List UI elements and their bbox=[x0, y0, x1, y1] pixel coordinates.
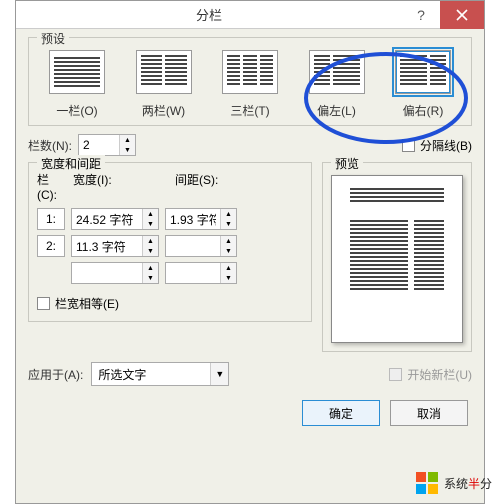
presets-legend: 预设 bbox=[37, 30, 69, 47]
preset-two-columns[interactable]: 两栏(W) bbox=[128, 50, 200, 119]
spacing-spinner[interactable]: ▲▼ bbox=[165, 235, 237, 257]
titlebar: 分栏 ? bbox=[16, 1, 484, 29]
width-spacing-legend: 宽度和间距 bbox=[37, 155, 105, 172]
row-num: 1: bbox=[37, 208, 65, 230]
width-header: 宽度(I): bbox=[73, 171, 169, 202]
spin-down[interactable]: ▼ bbox=[221, 246, 236, 256]
preset-label: 三栏(T) bbox=[214, 102, 286, 119]
preset-one-column[interactable]: 一栏(O) bbox=[41, 50, 113, 119]
apply-to-select[interactable]: 所选文字 ▼ bbox=[91, 362, 229, 386]
start-new-column-label: 开始新栏(U) bbox=[407, 366, 472, 383]
width-spacing-group: 宽度和间距 栏(C): 宽度(I): 间距(S): 1: ▲▼ ▲▼ 2: ▲▼ bbox=[28, 162, 312, 322]
column-count-spinner[interactable]: ▲▼ bbox=[78, 134, 136, 156]
spin-down[interactable]: ▼ bbox=[221, 273, 236, 283]
width-spinner[interactable]: ▲▼ bbox=[71, 235, 159, 257]
separator-checkbox[interactable]: 分隔线(B) bbox=[402, 137, 472, 154]
spin-up[interactable]: ▲ bbox=[221, 209, 236, 219]
width-spinner[interactable]: ▲▼ bbox=[71, 208, 159, 230]
width-row: 1: ▲▼ ▲▼ bbox=[37, 208, 303, 230]
width-input[interactable] bbox=[72, 263, 142, 283]
cancel-button[interactable]: 取消 bbox=[390, 400, 468, 426]
presets-group: 预设 一栏(O) 两栏(W) 三栏(T) 偏左(L) bbox=[28, 37, 472, 126]
preset-right[interactable]: 偏右(R) bbox=[387, 50, 459, 119]
width-spinner[interactable]: ▲▼ bbox=[71, 262, 159, 284]
preset-left[interactable]: 偏左(L) bbox=[301, 50, 373, 119]
preset-three-columns[interactable]: 三栏(T) bbox=[214, 50, 286, 119]
spin-up[interactable]: ▲ bbox=[143, 236, 158, 246]
start-new-column-checkbox: 开始新栏(U) bbox=[389, 366, 472, 383]
width-row: 2: ▲▼ ▲▼ bbox=[37, 235, 303, 257]
microsoft-logo-icon bbox=[416, 472, 438, 494]
chevron-down-icon[interactable]: ▼ bbox=[210, 363, 228, 385]
column-count-input[interactable] bbox=[79, 135, 119, 155]
col-header: 栏(C): bbox=[37, 171, 67, 202]
row-num: 2: bbox=[37, 235, 65, 257]
spin-down[interactable]: ▼ bbox=[143, 273, 158, 283]
equal-width-label: 栏宽相等(E) bbox=[55, 295, 119, 312]
apply-to-value: 所选文字 bbox=[92, 366, 210, 383]
spacing-input[interactable] bbox=[166, 263, 220, 283]
preview-page bbox=[331, 175, 463, 343]
spin-down[interactable]: ▼ bbox=[143, 246, 158, 256]
watermark-text: 系统半分 bbox=[444, 475, 492, 492]
columns-dialog: 分栏 ? 预设 一栏(O) 两栏(W) 三栏(T) bbox=[15, 0, 485, 504]
width-row: ▲▼ ▲▼ bbox=[37, 262, 303, 284]
spin-up[interactable]: ▲ bbox=[143, 263, 158, 273]
spin-down[interactable]: ▼ bbox=[221, 219, 236, 229]
spacing-input[interactable] bbox=[166, 236, 220, 256]
equal-width-checkbox[interactable]: 栏宽相等(E) bbox=[37, 295, 119, 312]
spacing-spinner[interactable]: ▲▼ bbox=[165, 262, 237, 284]
watermark: 系统半分 bbox=[416, 472, 492, 494]
column-count-label: 栏数(N): bbox=[28, 137, 72, 154]
spacing-input[interactable] bbox=[166, 209, 220, 229]
width-input[interactable] bbox=[72, 209, 142, 229]
width-input[interactable] bbox=[72, 236, 142, 256]
spin-up[interactable]: ▲ bbox=[221, 263, 236, 273]
close-icon bbox=[456, 9, 468, 21]
preview-group: 预览 bbox=[322, 162, 472, 352]
spacing-header: 间距(S): bbox=[175, 171, 255, 202]
preset-label: 偏左(L) bbox=[301, 102, 373, 119]
spin-up[interactable]: ▲ bbox=[143, 209, 158, 219]
preview-legend: 预览 bbox=[331, 155, 363, 172]
preset-label: 偏右(R) bbox=[387, 102, 459, 119]
preset-label: 两栏(W) bbox=[128, 102, 200, 119]
preset-label: 一栏(O) bbox=[41, 102, 113, 119]
close-button[interactable] bbox=[440, 1, 484, 29]
spin-down[interactable]: ▼ bbox=[143, 219, 158, 229]
dialog-title: 分栏 bbox=[16, 5, 402, 24]
spin-up[interactable]: ▲ bbox=[120, 135, 135, 145]
spin-up[interactable]: ▲ bbox=[221, 236, 236, 246]
separator-label: 分隔线(B) bbox=[420, 137, 472, 154]
spacing-spinner[interactable]: ▲▼ bbox=[165, 208, 237, 230]
help-button[interactable]: ? bbox=[402, 1, 440, 29]
apply-to-label: 应用于(A): bbox=[28, 366, 83, 383]
ok-button[interactable]: 确定 bbox=[302, 400, 380, 426]
spin-down[interactable]: ▼ bbox=[120, 145, 135, 155]
